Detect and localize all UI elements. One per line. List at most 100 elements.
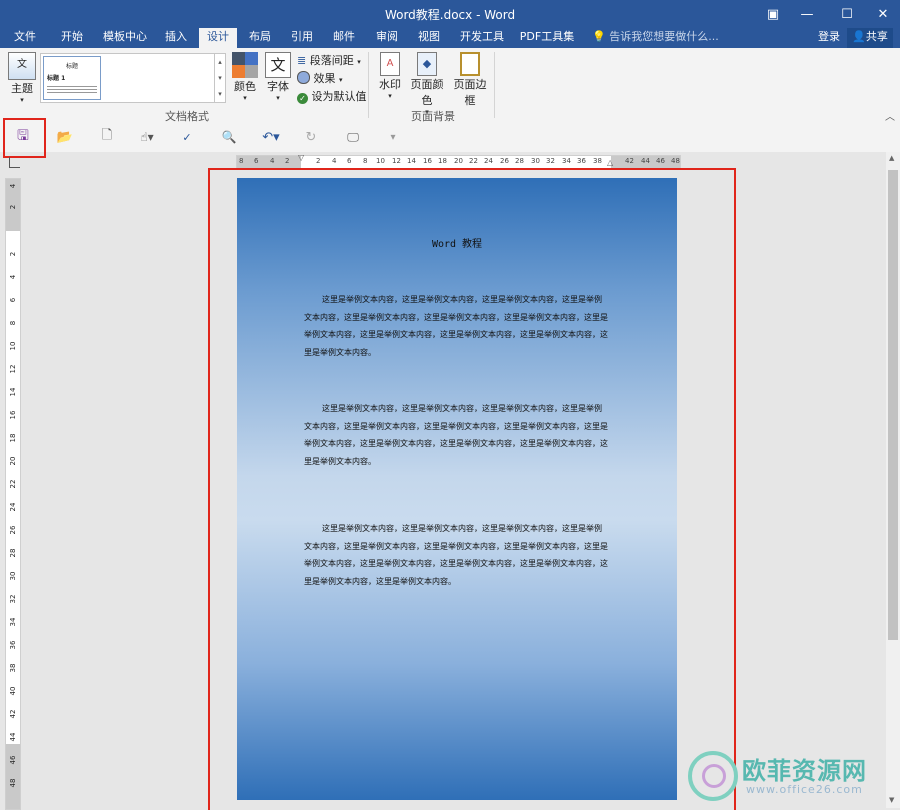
ruler-mark: 2	[9, 251, 17, 257]
ruler-mark: 4	[270, 157, 275, 165]
set-as-default-button[interactable]: ✓ 设为默认值	[297, 88, 367, 104]
tab-mailings[interactable]: 邮件	[326, 28, 362, 48]
ruler-mark: 42	[9, 709, 17, 719]
tab-review[interactable]: 审阅	[369, 28, 405, 48]
indent-marker-icon[interactable]: ▽	[298, 153, 304, 162]
scrollbar-thumb[interactable]	[888, 170, 898, 640]
watermark-logo-icon	[688, 751, 738, 801]
vertical-ruler[interactable]: 4 2 2 4 6 8 10 12 14 16 18 20 22 24 26 2…	[5, 178, 21, 810]
ribbon-display-options-button[interactable]: ▣	[756, 0, 790, 28]
new-document-icon[interactable]: 🗋	[96, 127, 118, 147]
person-icon: 👤	[852, 30, 866, 43]
style-set-gallery[interactable]: 标题 标题 1 ▴ ▾ ▾	[40, 53, 226, 103]
touch-mode-icon[interactable]: ☝▾	[136, 127, 158, 147]
undo-icon[interactable]: ↶▾	[260, 127, 282, 147]
gallery-scroll[interactable]: ▴ ▾ ▾	[214, 54, 225, 102]
style-preview-title: 标题	[65, 63, 78, 70]
tell-me-search[interactable]: 💡 告诉我您想要做什么...	[592, 28, 719, 48]
colors-button[interactable]: 颜色 ▾	[230, 52, 260, 102]
tab-design[interactable]: 设计	[199, 28, 237, 48]
design-ribbon: 文 主题 ▾ 标题 标题 1 ▴ ▾ ▾ 颜色 ▾ 文 字体 ▾ ≣ 段落间距 ▾	[0, 48, 900, 123]
ruler-mark: 10	[9, 341, 17, 351]
tab-template-center[interactable]: 模板中心	[96, 28, 154, 48]
ruler-mark: 46	[9, 755, 17, 765]
ruler-mark: 40	[9, 686, 17, 696]
ruler-mark: 8	[9, 320, 17, 326]
ruler-mark: 32	[9, 594, 17, 604]
ruler-mark: 26	[9, 525, 17, 535]
horizontal-ruler[interactable]: 8 6 4 2 ▽ 2 4 6 8 10 12 14 16 18 20 22 2…	[236, 153, 681, 169]
ribbon-tabs: 文件 开始 模板中心 插入 设计 布局 引用 邮件 审阅 视图 开发工具 PDF…	[0, 28, 900, 48]
customize-toolbar-icon[interactable]: ▾	[382, 127, 404, 147]
style-set-item[interactable]: 标题 标题 1	[43, 56, 101, 100]
set-as-default-label: 设为默认值	[311, 90, 367, 103]
ruler-mark: 42	[625, 157, 634, 165]
print-preview-icon[interactable]: 🔍	[218, 127, 240, 147]
ruler-mark: 4	[9, 183, 17, 189]
ruler-mark: 18	[438, 157, 447, 165]
effects-label: 效果	[313, 72, 336, 85]
ruler-mark: 8	[363, 157, 368, 165]
page-color-icon: ◆	[417, 52, 437, 76]
ruler-mark: 44	[641, 157, 650, 165]
ruler-mark: 18	[9, 433, 17, 443]
ruler-mark: 38	[9, 663, 17, 673]
tab-pdf-tools[interactable]: PDF工具集	[516, 28, 578, 48]
page-borders-icon	[460, 52, 480, 76]
paragraph-spacing-button[interactable]: ≣ 段落间距 ▾	[297, 52, 361, 68]
ruler-mark: 36	[577, 157, 586, 165]
redo-icon[interactable]: ↻	[300, 127, 322, 147]
collapse-ribbon-icon[interactable]: ︿	[885, 108, 895, 123]
ruler-mark: 6	[9, 297, 17, 303]
tab-home[interactable]: 开始	[52, 28, 92, 48]
ruler-mark: 28	[515, 157, 524, 165]
tab-developer[interactable]: 开发工具	[454, 28, 510, 48]
screen-display-icon[interactable]: 🖵	[342, 127, 364, 147]
style-preview-heading: 标题 1	[47, 75, 66, 82]
ruler-mark: 22	[9, 479, 17, 489]
ruler-mark: 4	[332, 157, 337, 165]
ruler-mark: 44	[9, 732, 17, 742]
page-color-label: 页面颜色	[410, 78, 444, 107]
ruler-mark: 16	[9, 410, 17, 420]
ruler-mark: 38	[593, 157, 602, 165]
title-bar: Word教程.docx - Word ▣ — ☐ ✕	[0, 0, 900, 28]
tab-layout[interactable]: 布局	[242, 28, 278, 48]
watermark-url: www.office26.com	[746, 783, 863, 796]
themes-button[interactable]: 文 主题 ▾	[6, 52, 38, 104]
ruler-mark: 24	[9, 502, 17, 512]
share-label: 共享	[865, 30, 888, 43]
ruler-mark: 28	[9, 548, 17, 558]
close-button[interactable]: ✕	[866, 0, 900, 28]
watermark-button[interactable]: A 水印 ▾	[376, 52, 404, 100]
watermark-brand: 欧菲资源网	[742, 757, 867, 785]
ruler-mark: 32	[546, 157, 555, 165]
tab-stop-selector[interactable]	[9, 157, 20, 168]
ruler-mark: 48	[671, 157, 680, 165]
tab-view[interactable]: 视图	[411, 28, 447, 48]
tab-insert[interactable]: 插入	[158, 28, 194, 48]
page-color-button[interactable]: ◆ 页面颜色 ▾	[406, 52, 448, 116]
theme-icon: 文	[8, 52, 36, 80]
tab-file[interactable]: 文件	[6, 28, 44, 48]
share-button[interactable]: 👤共享	[847, 28, 893, 48]
maximize-button[interactable]: ☐	[830, 0, 864, 28]
vertical-scrollbar[interactable]: ▲ ▼	[886, 152, 900, 808]
tab-references[interactable]: 引用	[284, 28, 320, 48]
minimize-button[interactable]: —	[790, 0, 824, 28]
spelling-check-icon[interactable]: ✓	[176, 127, 198, 147]
open-folder-icon[interactable]: 📂	[54, 127, 76, 147]
ruler-mark: 26	[500, 157, 509, 165]
login-link[interactable]: 登录	[818, 28, 840, 48]
ruler-mark: 36	[9, 640, 17, 650]
right-indent-marker-icon[interactable]: △	[607, 158, 613, 167]
fonts-button[interactable]: 文 字体 ▾	[263, 52, 293, 102]
page-borders-button[interactable]: 页面边框	[449, 52, 491, 108]
effects-button[interactable]: 效果 ▾	[297, 70, 343, 86]
ruler-mark: 30	[9, 571, 17, 581]
ruler-mark: 14	[9, 387, 17, 397]
ribbon-separator	[368, 52, 369, 118]
scroll-up-icon[interactable]: ▲	[889, 154, 894, 162]
ruler-mark: 24	[484, 157, 493, 165]
ruler-mark: 48	[9, 778, 17, 788]
